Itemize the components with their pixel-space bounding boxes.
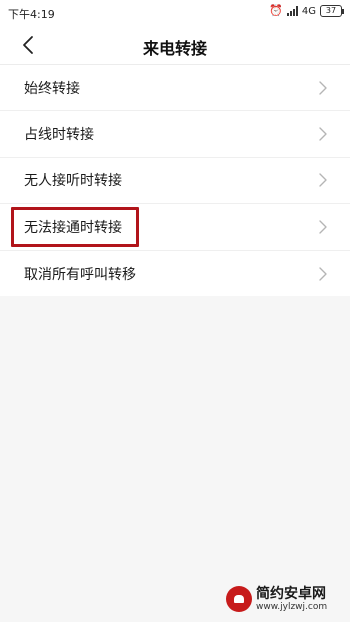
android-logo-icon: [226, 586, 252, 612]
list-item-label: 无人接听时转接: [24, 173, 122, 190]
chevron-right-icon: [319, 267, 327, 281]
list-item-busy-forward[interactable]: 占线时转接: [0, 111, 350, 158]
call-forwarding-list: 始终转接 占线时转接 无人接听时转接 无法接通时转接 取消所有呼叫转移: [0, 64, 350, 296]
signal-bars-icon: [286, 6, 298, 16]
header: 来电转接: [0, 26, 350, 64]
list-item-always-forward[interactable]: 始终转接: [0, 65, 350, 112]
chevron-right-icon: [319, 173, 327, 188]
alarm-clock-icon: ⏰: [269, 4, 283, 17]
network-type: 4G: [301, 5, 316, 17]
watermark-url: www.jylzwj.com: [256, 601, 328, 612]
list-item-label: 无法接通时转接: [24, 219, 122, 236]
list-item-label: 取消所有呼叫转移: [24, 266, 136, 283]
list-item-cancel-all-forwarding[interactable]: 取消所有呼叫转移: [0, 251, 350, 297]
watermark-name: 简约安卓网: [256, 585, 326, 602]
status-bar: 下午4:19 ⏰ 4G 37: [0, 0, 350, 26]
battery-icon: 37: [320, 5, 344, 17]
chevron-right-icon: [319, 80, 327, 95]
watermark-text: 简约安卓网 www.jylzwj.com: [256, 586, 327, 613]
list-item-unreachable-forward[interactable]: 无法接通时转接: [0, 204, 350, 251]
list-item-no-answer-forward[interactable]: 无人接听时转接: [0, 158, 350, 205]
watermark: 简约安卓网 www.jylzwj.com: [226, 580, 344, 618]
chevron-right-icon: [319, 127, 327, 141]
status-time: 下午4:19: [8, 8, 55, 21]
chevron-right-icon: [319, 220, 327, 234]
list-item-label: 始终转接: [24, 80, 80, 97]
status-icons: ⏰ 4G 37: [269, 4, 344, 17]
list-item-label: 占线时转接: [24, 127, 94, 144]
page-title: 来电转接: [142, 39, 207, 58]
